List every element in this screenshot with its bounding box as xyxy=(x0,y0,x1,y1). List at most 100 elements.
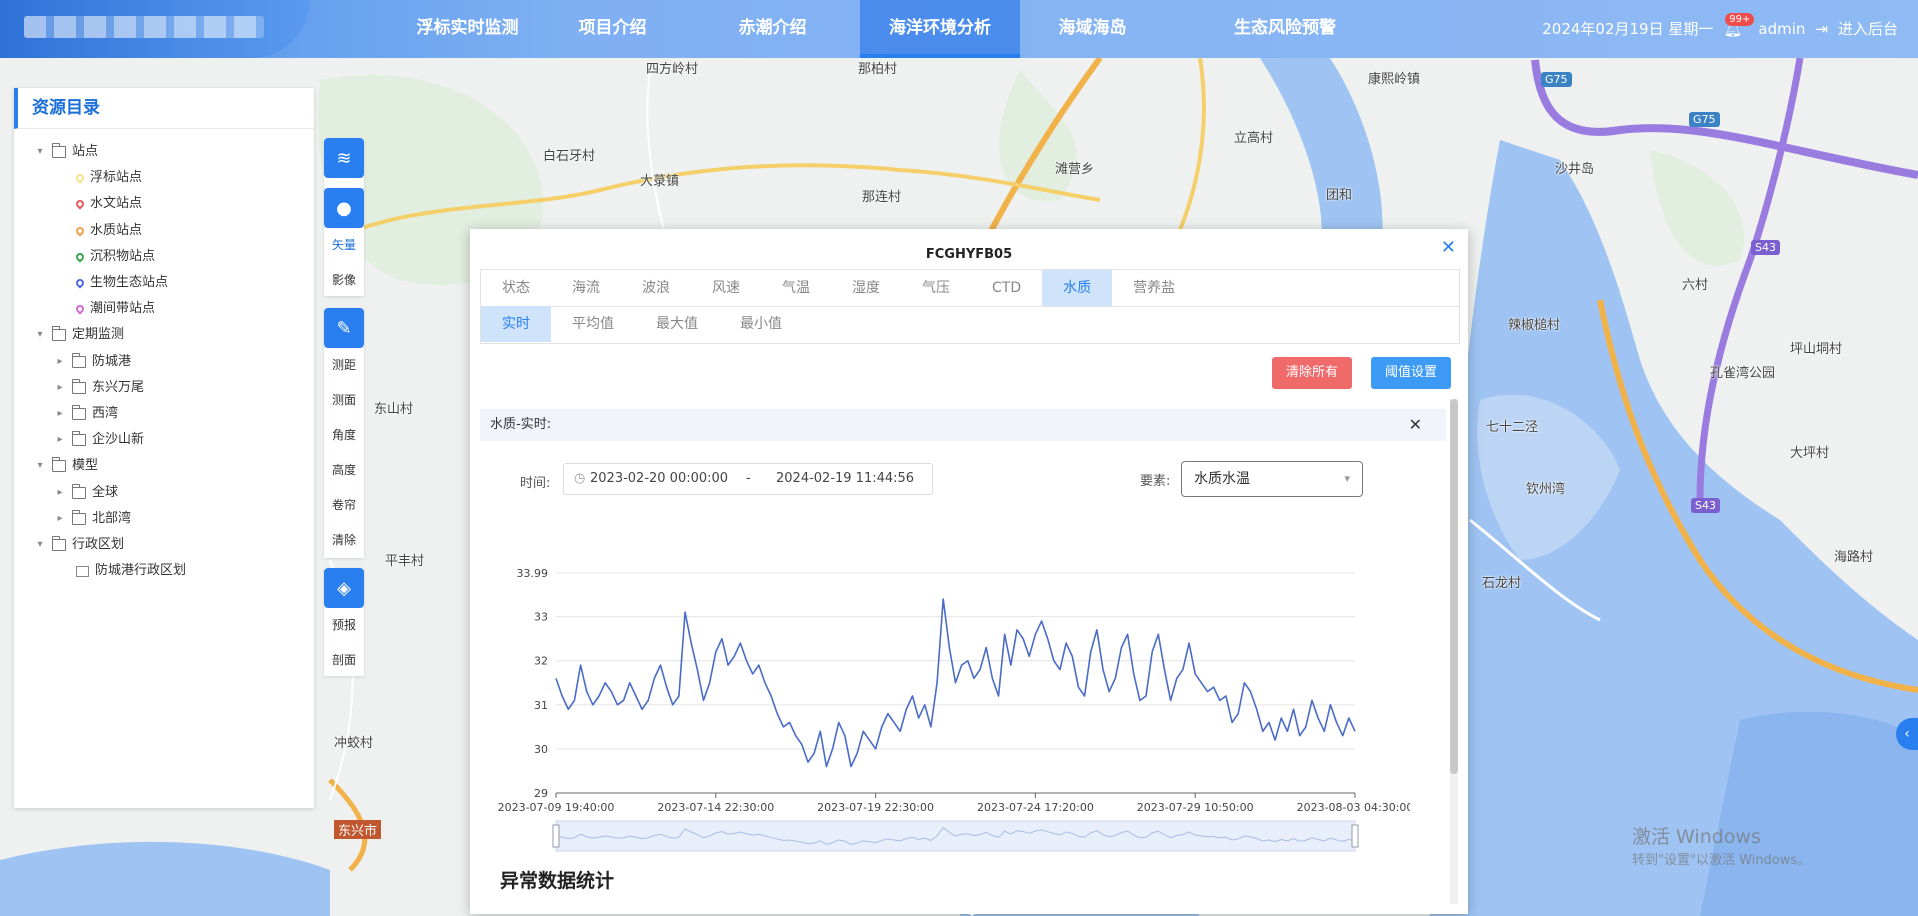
statistic-tab[interactable]: 最小值 xyxy=(719,306,803,342)
parameter-tab[interactable]: 湿度 xyxy=(831,270,901,306)
caret-right-icon[interactable]: ▸ xyxy=(54,401,66,427)
basemap-imagery[interactable]: 影像 xyxy=(324,263,364,298)
end-time[interactable]: 2024-02-19 11:44:56 xyxy=(776,464,914,494)
tool-swipe[interactable]: 卷帘 xyxy=(324,488,364,523)
tool-clear[interactable]: 清除 xyxy=(324,523,364,558)
parameter-tab[interactable]: 气温 xyxy=(761,270,831,306)
nav-red-tide-intro[interactable]: 赤潮介绍 xyxy=(705,0,840,58)
statistic-tab[interactable]: 最大值 xyxy=(635,306,719,342)
popup-scrollbar[interactable] xyxy=(1450,399,1458,904)
tree-node[interactable]: 沉积物站点 xyxy=(74,244,155,270)
parameter-tab[interactable]: 风速 xyxy=(691,270,761,306)
caret-down-icon[interactable]: ▾ xyxy=(34,453,46,479)
caret-right-icon[interactable]: ▸ xyxy=(54,375,66,401)
folder-icon xyxy=(72,431,86,447)
popup-pointer xyxy=(962,908,982,916)
element-value: 水质水温 xyxy=(1194,471,1250,487)
water-temperature-chart[interactable]: 29 30 31 32 33 33.99 2023-07-09 19:40:00 2023-0… xyxy=(490,549,1410,859)
parameter-tab[interactable]: 波浪 xyxy=(621,270,691,306)
caret-down-icon[interactable]: ▾ xyxy=(34,139,46,165)
place-label: 坪山垌村 xyxy=(1790,342,1843,357)
place-label: 沙井岛 xyxy=(1555,162,1595,177)
tool-angle[interactable]: 角度 xyxy=(324,418,364,453)
tool-distance[interactable]: 测距 xyxy=(324,348,364,383)
parameter-tab[interactable]: 营养盐 xyxy=(1112,270,1196,306)
tree-node[interactable]: ▸ 全球 xyxy=(54,480,118,506)
clear-all-button[interactable]: 清除所有 xyxy=(1272,357,1353,389)
tool-height[interactable]: 高度 xyxy=(324,453,364,488)
element-select[interactable]: 水质水温 ▾ xyxy=(1181,461,1363,497)
caret-down-icon[interactable]: ▾ xyxy=(34,322,46,348)
zoom-handle-right[interactable] xyxy=(1351,824,1359,848)
tools-button[interactable]: ✎ xyxy=(324,308,364,348)
nav-eco-risk-warning[interactable]: 生态风险预警 xyxy=(1205,0,1365,58)
x-tick-label: 2023-07-19 22:30:00 xyxy=(817,801,934,814)
parameter-tab[interactable]: 状态 xyxy=(481,270,551,306)
notification-bell[interactable]: 🔔︎ 99+ xyxy=(1723,0,1755,58)
tree-node[interactable]: 生物生态站点 xyxy=(74,270,168,296)
highway-shield: G75 xyxy=(1541,72,1572,87)
y-tick-label: 30 xyxy=(534,743,548,756)
tool-area[interactable]: 测面 xyxy=(324,383,364,418)
tree-node[interactable]: 水文站点 xyxy=(74,191,142,217)
parameter-tab[interactable]: 海流 xyxy=(551,270,621,306)
tree-node[interactable]: ▾ 定期监测 xyxy=(34,322,124,348)
statistic-tab[interactable]: 平均值 xyxy=(551,306,635,342)
site-logo[interactable] xyxy=(0,0,310,58)
logout-icon: ⇥ xyxy=(1815,20,1828,38)
city-label: 东兴市 xyxy=(334,820,382,839)
caret-right-icon[interactable]: ▸ xyxy=(54,349,66,375)
statistic-tab[interactable]: 实时 xyxy=(481,306,551,342)
tree-node-label: 全球 xyxy=(92,484,119,500)
caret-right-icon[interactable]: ▸ xyxy=(54,480,66,506)
parameter-tab[interactable]: CTD xyxy=(971,270,1042,306)
tool-forecast[interactable]: 预报 xyxy=(324,608,364,643)
nav-project-intro[interactable]: 项目介绍 xyxy=(545,0,680,58)
caret-down-icon[interactable]: ▾ xyxy=(34,532,46,558)
basemap-vector[interactable]: 矢量 xyxy=(324,228,364,263)
section-header: 水质-实时: ✕ xyxy=(480,409,1446,441)
highway-shield: S43 xyxy=(1691,498,1720,513)
tool-profile[interactable]: 剖面 xyxy=(324,643,364,678)
tree-node-label: 浮标站点 xyxy=(90,170,143,186)
map-pin-icon xyxy=(74,277,86,289)
locate-button[interactable]: ● xyxy=(324,188,364,228)
admin-link[interactable]: 进入后台 xyxy=(1838,0,1898,58)
caret-right-icon[interactable]: ▸ xyxy=(54,427,66,453)
top-navigation-bar: 浮标实时监测 项目介绍 赤潮介绍 海洋环境分析 海域海岛 生态风险预警 2024… xyxy=(0,0,1918,58)
tree-node[interactable]: ▾ 行政区划 xyxy=(34,532,124,558)
place-label: 海路村 xyxy=(1834,550,1874,565)
tree-node[interactable]: ▸ 北部湾 xyxy=(54,506,131,532)
layers-button[interactable]: ≋ xyxy=(324,138,364,178)
tree-node[interactable]: ▾ 模型 xyxy=(34,453,98,479)
tree-node[interactable]: 浮标站点 xyxy=(74,165,143,191)
parameter-tab[interactable]: 气压 xyxy=(901,270,971,306)
user-name[interactable]: admin xyxy=(1758,0,1805,58)
folder-icon xyxy=(52,326,66,342)
tree-node[interactable]: 潮间带站点 xyxy=(74,296,155,322)
start-time[interactable]: 2023-02-20 00:00:00 xyxy=(590,464,728,494)
scrollbar-thumb[interactable] xyxy=(1450,399,1458,774)
nav-buoy-monitoring[interactable]: 浮标实时监测 xyxy=(400,0,535,58)
place-label: 滩营乡 xyxy=(1055,162,1095,177)
folder-icon xyxy=(72,378,86,394)
tree-node[interactable]: ▸ 西湾 xyxy=(54,401,118,427)
tree-node[interactable]: 防城港行政区划 xyxy=(76,558,186,584)
close-icon[interactable]: ✕ xyxy=(1441,237,1456,258)
tree-node[interactable]: ▸ 企沙山新 xyxy=(54,427,144,453)
layers-icon: ≋ xyxy=(336,147,352,169)
caret-right-icon[interactable]: ▸ xyxy=(54,506,66,532)
tree-node[interactable]: 水质站点 xyxy=(74,218,142,244)
zoom-handle-left[interactable] xyxy=(552,824,560,848)
date-range-picker[interactable]: ◷ 2023-02-20 00:00:00 - 2024-02-19 11:44… xyxy=(563,463,933,495)
threshold-settings-button[interactable]: 阈值设置 xyxy=(1371,357,1452,389)
parameter-tab[interactable]: 水质 xyxy=(1042,270,1113,306)
tree-node[interactable]: ▸ 防城港 xyxy=(54,349,131,375)
tree-node[interactable]: ▸ 东兴万尾 xyxy=(54,375,144,401)
nav-ocean-environment[interactable]: 海洋环境分析 xyxy=(860,0,1020,58)
tree-node[interactable]: ▾ 站点 xyxy=(34,139,98,165)
close-icon[interactable]: ✕ xyxy=(1409,409,1422,441)
section-title: 水质-实时: xyxy=(490,417,552,432)
nav-sea-islands[interactable]: 海域海岛 xyxy=(1025,0,1160,58)
analysis-button[interactable]: ◈ xyxy=(324,568,364,608)
